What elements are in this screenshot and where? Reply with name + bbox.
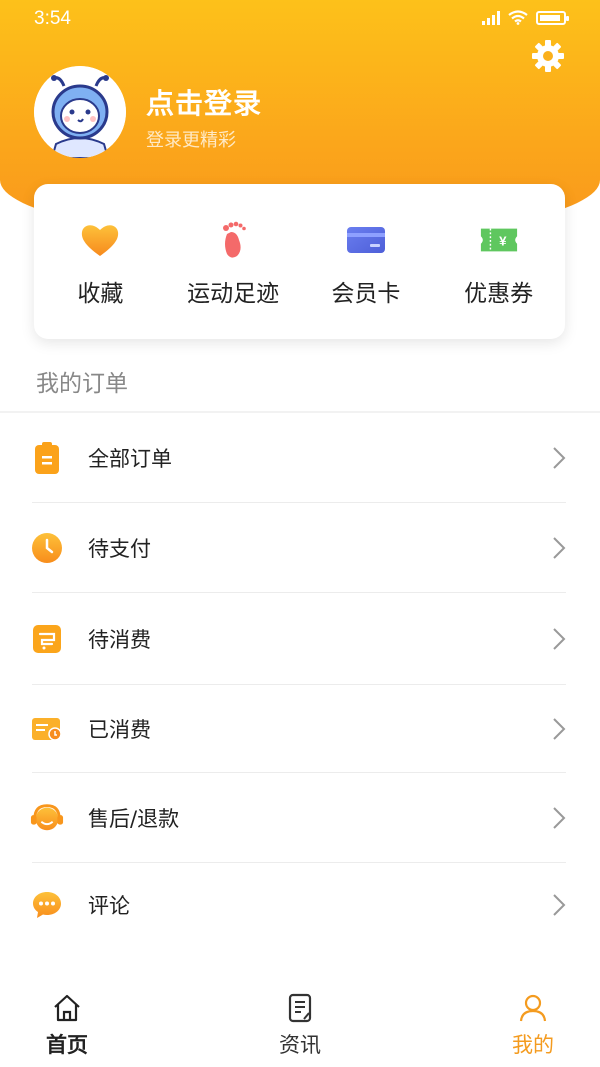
status-icons	[482, 10, 569, 25]
svg-text:¥: ¥	[499, 233, 507, 248]
login-title[interactable]: 点击登录	[146, 82, 262, 122]
tab-home[interactable]: 首页	[22, 985, 112, 1067]
order-list: 全部订单 待支付 待消费 已消费 售后/退款 评论	[0, 413, 600, 947]
avatar[interactable]	[34, 66, 126, 158]
wifi-icon	[508, 10, 528, 25]
login-subtitle: 登录更精彩	[146, 130, 236, 151]
chevron-right-icon	[553, 537, 566, 559]
chevron-right-icon	[553, 628, 566, 650]
home-icon	[54, 994, 80, 1022]
order-label-after-sales: 售后/退款	[88, 807, 180, 831]
footprint-icon	[213, 220, 253, 260]
bottom-tab-bar: 首页 资讯 我的	[0, 985, 600, 1067]
clock-icon	[30, 531, 64, 565]
receipt-icon	[30, 712, 64, 746]
quick-favorites[interactable]: 收藏	[40, 216, 160, 308]
quick-label-coupons: 优惠券	[464, 280, 534, 307]
clipboard-icon	[30, 441, 64, 475]
order-label-pending-payment: 待支付	[88, 537, 151, 561]
order-row-after-sales[interactable]: 售后/退款	[0, 773, 600, 863]
card-icon	[346, 220, 386, 260]
order-row-all[interactable]: 全部订单	[0, 413, 600, 503]
chat-icon	[30, 888, 64, 922]
heart-icon	[80, 220, 120, 260]
quick-member-card[interactable]: 会员卡	[306, 216, 426, 308]
quick-label-member-card: 会员卡	[331, 280, 401, 307]
status-time: 3:54	[34, 8, 71, 29]
document-icon	[288, 993, 312, 1023]
order-row-reviews[interactable]: 评论	[0, 863, 600, 947]
quick-coupons[interactable]: ¥ 优惠券	[439, 216, 559, 308]
order-label-used: 已消费	[88, 718, 151, 742]
order-label-pending-use: 待消费	[88, 628, 151, 652]
signal-icon	[482, 11, 500, 25]
order-row-used[interactable]: 已消费	[0, 685, 600, 773]
quick-actions-card: 收藏 运动足迹 会员卡 ¥ 优惠券	[34, 184, 565, 339]
battery-icon	[536, 11, 569, 25]
quick-footprints[interactable]: 运动足迹	[173, 216, 293, 308]
cart-icon	[30, 622, 64, 656]
user-icon	[519, 994, 547, 1022]
status-bar: 3:54	[0, 0, 600, 40]
order-row-pending-use[interactable]: 待消费	[0, 593, 600, 685]
tab-label-home: 首页	[46, 1033, 88, 1057]
tab-me[interactable]: 我的	[488, 985, 578, 1067]
chevron-right-icon	[553, 447, 566, 469]
chevron-right-icon	[553, 718, 566, 740]
coupon-icon: ¥	[479, 220, 519, 260]
orders-section-title: 我的订单	[36, 371, 128, 397]
tab-label-news: 资讯	[279, 1033, 321, 1057]
chevron-right-icon	[553, 807, 566, 829]
quick-label-footprints: 运动足迹	[187, 280, 280, 307]
order-label-all: 全部订单	[88, 447, 172, 471]
order-label-reviews: 评论	[88, 894, 130, 918]
quick-label-favorites: 收藏	[77, 280, 124, 307]
tab-news[interactable]: 资讯	[255, 985, 345, 1067]
tab-label-me: 我的	[512, 1033, 554, 1057]
headset-icon	[30, 801, 64, 835]
mascot-avatar-icon	[34, 66, 126, 158]
order-row-pending-payment[interactable]: 待支付	[0, 503, 600, 593]
gear-icon[interactable]	[530, 38, 566, 74]
chevron-right-icon	[553, 894, 566, 916]
